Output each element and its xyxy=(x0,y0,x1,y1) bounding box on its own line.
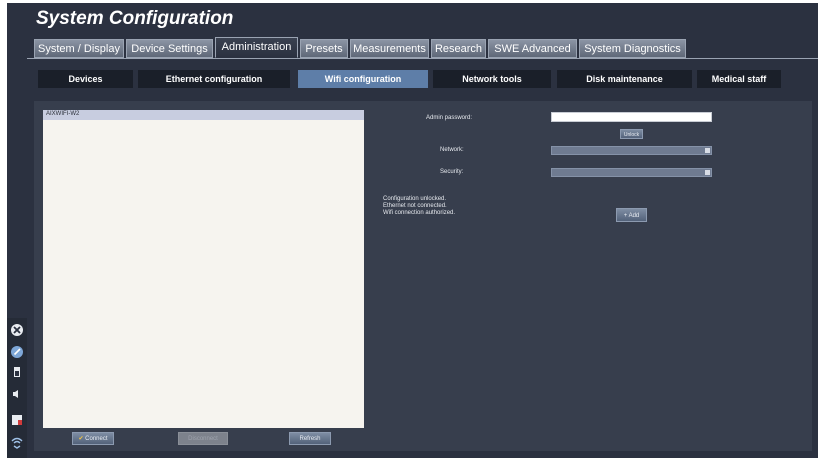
tab-system-display[interactable]: System / Display xyxy=(34,39,124,58)
tab-administration[interactable]: Administration xyxy=(215,37,298,58)
subtab-network-tools[interactable]: Network tools xyxy=(433,70,551,88)
tab-swe-advanced[interactable]: SWE Advanced xyxy=(488,39,577,58)
network-select[interactable] xyxy=(551,146,712,155)
check-icon: ✔ xyxy=(78,436,84,442)
chevron-down-icon xyxy=(705,170,710,175)
window-title: System Configuration xyxy=(36,8,234,29)
status-line: Wifi connection authorized. xyxy=(383,210,456,216)
subtab-devices[interactable]: Devices xyxy=(38,70,133,88)
battery-icon xyxy=(10,365,24,379)
subtab-ethernet-configuration[interactable]: Ethernet configuration xyxy=(138,70,290,88)
connect-button[interactable]: ✔ Connect xyxy=(72,432,114,445)
refresh-button[interactable]: Refresh xyxy=(289,432,331,445)
subtab-wifi-configuration[interactable]: Wifi configuration xyxy=(298,70,428,88)
speaker-icon[interactable] xyxy=(10,387,24,401)
tab-presets[interactable]: Presets xyxy=(300,39,348,58)
admin-password-label: Admin password: xyxy=(426,115,473,121)
subtab-disk-maintenance[interactable]: Disk maintenance xyxy=(557,70,692,88)
status-line: Configuration unlocked. xyxy=(383,196,447,202)
wrench-icon[interactable] xyxy=(10,345,24,359)
close-circle-icon[interactable] xyxy=(10,323,24,337)
screen: System Configuration System / Display De… xyxy=(0,0,825,460)
tab-device-settings[interactable]: Device Settings xyxy=(126,39,213,58)
tab-system-diagnostics[interactable]: System Diagnostics xyxy=(579,39,686,58)
tab-measurements[interactable]: Measurements xyxy=(350,39,429,58)
admin-password-field[interactable] xyxy=(551,112,712,122)
tab-divider xyxy=(27,58,818,59)
status-messages: Configuration unlocked. Ethernet not con… xyxy=(383,196,455,217)
network-label: Network: xyxy=(440,147,464,153)
disconnect-button[interactable]: Disconnect xyxy=(178,432,228,445)
chevron-down-icon xyxy=(705,148,710,153)
wifi-network-name: AIXWIFI-W2 xyxy=(46,111,80,117)
list-item[interactable]: AIXWIFI-W2 xyxy=(43,110,364,120)
security-label: Security: xyxy=(440,169,464,175)
left-toolbar xyxy=(7,318,27,458)
add-button[interactable]: + Add xyxy=(616,208,647,222)
plus-icon: + xyxy=(623,213,628,219)
wifi-network-list[interactable]: AIXWIFI-W2 xyxy=(43,110,364,428)
unlock-button[interactable]: Unlock xyxy=(620,129,643,139)
subtab-medical-staff[interactable]: Medical staff xyxy=(697,70,781,88)
wifi-icon[interactable] xyxy=(10,435,24,449)
security-select[interactable] xyxy=(551,168,712,177)
tab-research[interactable]: Research xyxy=(431,39,486,58)
status-line: Ethernet not connected. xyxy=(383,203,447,209)
patient-card-icon[interactable] xyxy=(10,413,24,427)
